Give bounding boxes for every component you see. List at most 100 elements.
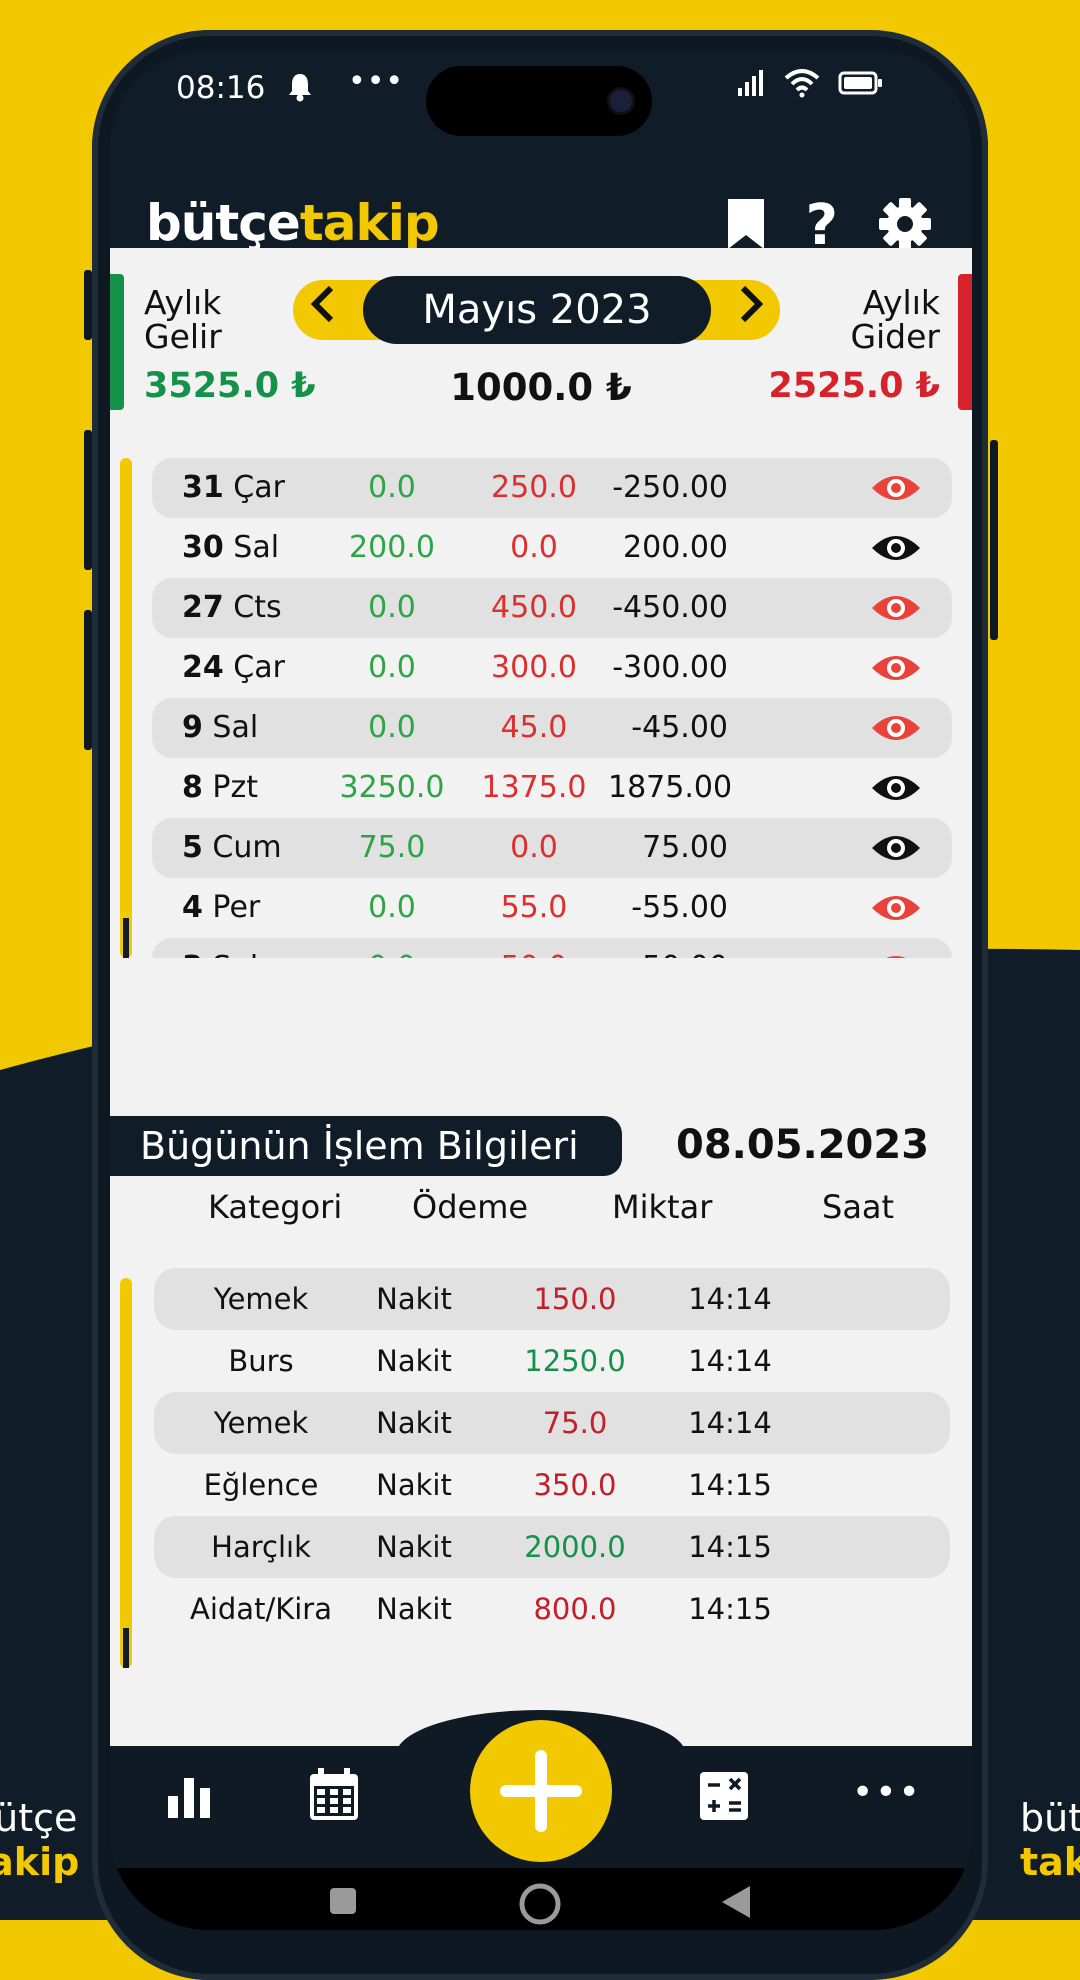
add-icon (500, 1750, 582, 1832)
day-row[interactable]: 30 Sal 200.0 0.0 200.00 (152, 518, 952, 578)
system-nav-bar (110, 1868, 972, 1930)
day-label: 27 Cts (182, 590, 282, 625)
day-row[interactable]: 31 Çar 0.0 250.0 -250.00 (152, 458, 952, 518)
eye-icon[interactable] (870, 890, 922, 934)
calendar-icon[interactable] (308, 1766, 360, 1826)
day-row[interactable]: 27 Cts 0.0 450.0 -450.00 (152, 578, 952, 638)
scrollbar[interactable] (120, 458, 132, 958)
day-row[interactable]: 9 Sal 0.0 45.0 -45.00 (152, 698, 952, 758)
day-net: 200.00 (623, 530, 728, 565)
transaction-amount: 75.0 (542, 1406, 608, 1440)
monthly-income-label: Aylık Gelir (144, 283, 222, 356)
day-expense: 0.0 (510, 830, 558, 865)
transaction-amount: 350.0 (533, 1468, 617, 1502)
transaction-row[interactable]: Harçlık Nakit 2000.0 14:15 (154, 1516, 950, 1578)
header-category: Kategori (208, 1188, 343, 1226)
eye-icon[interactable] (870, 530, 922, 574)
battery-icon (838, 69, 884, 101)
current-month[interactable]: Mayıs 2023 (363, 276, 711, 344)
day-expense: 0.0 (510, 530, 558, 565)
day-row[interactable]: 8 Pzt 3250.0 1375.0 1875.00 (152, 758, 952, 818)
day-expense: 50.0 (472, 950, 596, 958)
day-expense: 1375.0 (481, 770, 587, 805)
home-icon[interactable] (518, 1882, 562, 1930)
eye-icon[interactable] (870, 470, 922, 514)
transaction-row[interactable]: Aidat/Kira Nakit 800.0 14:15 (154, 1578, 950, 1640)
transaction-row[interactable]: Yemek Nakit 150.0 14:14 (154, 1268, 950, 1330)
day-label: 9 Sal (182, 710, 259, 745)
day-net: -450.00 (612, 590, 728, 625)
camera-icon (610, 90, 632, 112)
header-time: Saat (822, 1188, 895, 1226)
transaction-payment: Nakit (376, 1468, 452, 1502)
day-label: 8 Pzt (182, 770, 259, 805)
add-transaction-button[interactable] (470, 1720, 612, 1862)
eye-icon[interactable] (870, 950, 922, 958)
transaction-row[interactable]: Yemek Nakit 75.0 14:14 (154, 1392, 950, 1454)
phone-screen: 08:16 ••• bütçetakip ? Aylık Gelir 3525.… (110, 50, 972, 1930)
day-income: 0.0 (368, 650, 416, 685)
status-bar: 08:16 ••• (110, 50, 972, 140)
eye-icon[interactable] (870, 710, 922, 754)
eye-icon[interactable] (870, 770, 922, 814)
transaction-category: Aidat/Kira (190, 1592, 332, 1626)
next-month-button[interactable] (733, 284, 767, 334)
eye-icon[interactable] (870, 830, 922, 874)
transaction-payment: Nakit (376, 1344, 452, 1378)
day-row[interactable]: 5 Cum 75.0 0.0 75.00 (152, 818, 952, 878)
day-income: 0.0 (332, 950, 452, 958)
day-net: -50.00 (608, 950, 728, 958)
transaction-payment: Nakit (376, 1406, 452, 1440)
eye-icon[interactable] (870, 590, 922, 634)
transaction-row[interactable]: Burs Nakit 1250.0 14:14 (154, 1330, 950, 1392)
promo-logo-left: bütçe takip (0, 1796, 80, 1884)
transaction-time: 14:15 (688, 1530, 772, 1564)
header-payment: Ödeme (412, 1188, 529, 1226)
day-expense: 300.0 (491, 650, 577, 685)
calculator-icon[interactable] (698, 1770, 750, 1826)
day-income: 0.0 (368, 710, 416, 745)
wifi-icon (784, 68, 820, 102)
transaction-time: 14:14 (688, 1282, 772, 1316)
day-expense: 250.0 (491, 470, 577, 505)
transaction-time: 14:15 (688, 1592, 772, 1626)
monthly-expense-label: Aylık Gider (850, 283, 940, 356)
transaction-time: 14:14 (688, 1406, 772, 1440)
today-transactions-list[interactable]: Yemek Nakit 150.0 14:14 Burs Nakit 1250.0 14:14… (110, 1268, 972, 1668)
signal-icon (736, 68, 766, 102)
day-income: 0.0 (368, 590, 416, 625)
prev-month-button[interactable] (307, 284, 341, 334)
app-logo: bütçetakip (146, 194, 440, 252)
back-icon[interactable] (718, 1882, 754, 1926)
settings-icon[interactable] (878, 197, 932, 255)
day-net: -45.00 (631, 710, 728, 745)
transaction-time: 14:15 (688, 1468, 772, 1502)
transaction-time: 14:14 (688, 1344, 772, 1378)
transaction-category: Harçlık (211, 1530, 311, 1564)
phone-side-button (84, 430, 92, 570)
bookmark-icon[interactable] (726, 197, 766, 255)
transaction-category: Burs (228, 1344, 294, 1378)
day-row[interactable]: 24 Çar 0.0 300.0 -300.00 (152, 638, 952, 698)
day-row[interactable]: 4 Per 0.0 55.0 -55.00 (152, 878, 952, 938)
stats-icon[interactable] (164, 1772, 214, 1824)
transaction-category: Yemek (213, 1406, 309, 1440)
day-label: 31 Çar (182, 470, 285, 505)
day-label: 4 Per (182, 890, 261, 925)
transaction-category: Eğlence (203, 1468, 319, 1502)
eye-icon[interactable] (870, 650, 922, 694)
more-icon[interactable]: ••• (852, 1772, 922, 1813)
main-content: Aylık Gelir 3525.0 ₺ Aylık Gider 2525.0 ₺ … (110, 248, 972, 1748)
day-income: 75.0 (358, 830, 426, 865)
day-net: 75.00 (642, 830, 728, 865)
scrollbar[interactable] (120, 1278, 132, 1668)
transaction-row[interactable]: Eğlence Nakit 350.0 14:15 (154, 1454, 950, 1516)
monthly-balance: 1000.0 ₺ (450, 366, 632, 409)
day-row[interactable]: 3 Sal 0.0 50.0 -50.00 (152, 938, 952, 958)
recents-icon[interactable] (328, 1886, 358, 1920)
transaction-amount: 2000.0 (524, 1530, 626, 1564)
daily-summary-list[interactable]: 31 Çar 0.0 250.0 -250.00 30 Sal 200.0 0.0 200.0… (110, 458, 972, 958)
transaction-amount: 150.0 (533, 1282, 617, 1316)
help-icon[interactable]: ? (806, 196, 838, 256)
today-section-title: Bügünün İşlem Bilgileri (110, 1116, 622, 1176)
